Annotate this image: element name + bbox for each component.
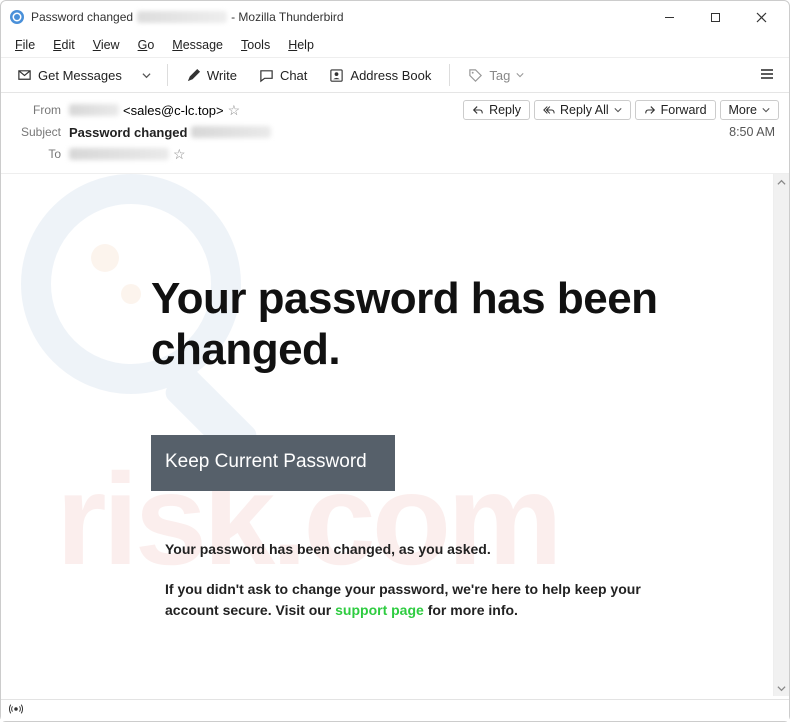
chat-button[interactable]: Chat bbox=[251, 64, 315, 87]
scroll-up-button[interactable] bbox=[774, 174, 789, 190]
more-label: More bbox=[729, 103, 757, 117]
menu-edit[interactable]: Edit bbox=[45, 36, 83, 54]
menu-help[interactable]: Help bbox=[280, 36, 322, 54]
window-title: Password changed - Mozilla Thunderbird bbox=[31, 10, 655, 24]
reply-icon bbox=[472, 104, 484, 116]
address-book-icon bbox=[329, 68, 344, 83]
address-book-button[interactable]: Address Book bbox=[321, 64, 439, 87]
window-title-prefix: Password changed bbox=[31, 10, 133, 24]
forward-button[interactable]: Forward bbox=[635, 100, 716, 120]
from-label: From bbox=[11, 103, 61, 117]
forward-icon bbox=[644, 104, 656, 116]
redacted-text bbox=[191, 126, 271, 138]
message-actions: Reply Reply All Forward More bbox=[463, 100, 779, 120]
to-value: ☆ bbox=[69, 146, 186, 163]
status-bar bbox=[1, 699, 789, 721]
from-value: <sales@c-lc.top> ☆ bbox=[69, 102, 240, 119]
message-body-container: risk.com Your password has been changed.… bbox=[1, 174, 789, 696]
from-email[interactable]: <sales@c-lc.top> bbox=[123, 103, 224, 118]
maximize-button[interactable] bbox=[701, 6, 729, 28]
get-messages-button[interactable]: Get Messages bbox=[9, 64, 130, 87]
reply-label: Reply bbox=[489, 103, 521, 117]
keep-password-button[interactable]: Keep Current Password bbox=[151, 435, 395, 491]
toolbar: Get Messages Write Chat Address Book Tag bbox=[1, 57, 789, 93]
app-icon bbox=[9, 9, 25, 25]
chat-label: Chat bbox=[280, 68, 307, 83]
menu-message[interactable]: Message bbox=[164, 36, 231, 54]
download-icon bbox=[17, 68, 32, 83]
subject-value: Password changed bbox=[69, 125, 271, 140]
tag-label: Tag bbox=[489, 68, 510, 83]
redacted-text bbox=[69, 104, 119, 116]
menu-go[interactable]: Go bbox=[130, 36, 163, 54]
message-body: risk.com Your password has been changed.… bbox=[1, 174, 773, 696]
toolbar-separator bbox=[449, 64, 450, 86]
close-button[interactable] bbox=[747, 6, 775, 28]
address-book-label: Address Book bbox=[350, 68, 431, 83]
email-paragraph-2: If you didn't ask to change your passwor… bbox=[151, 579, 671, 621]
window-controls bbox=[655, 6, 781, 28]
title-bar: Password changed - Mozilla Thunderbird bbox=[1, 1, 789, 33]
email-text: for more info. bbox=[424, 602, 518, 618]
hamburger-icon bbox=[759, 66, 775, 82]
scrollbar-track[interactable] bbox=[774, 190, 789, 680]
tag-icon bbox=[468, 68, 483, 83]
reply-all-button[interactable]: Reply All bbox=[534, 100, 631, 120]
subject-label: Subject bbox=[11, 125, 61, 139]
star-icon[interactable]: ☆ bbox=[173, 146, 186, 163]
menu-tools[interactable]: Tools bbox=[233, 36, 278, 54]
window-title-suffix: - Mozilla Thunderbird bbox=[231, 10, 344, 24]
email-content: Your password has been changed. Keep Cur… bbox=[1, 174, 773, 661]
to-row: To ☆ bbox=[11, 143, 779, 165]
redacted-text bbox=[69, 148, 169, 160]
menu-bar: File Edit View Go Message Tools Help bbox=[1, 33, 789, 57]
more-button[interactable]: More bbox=[720, 100, 779, 120]
pencil-icon bbox=[186, 68, 201, 83]
chat-icon bbox=[259, 68, 274, 83]
menu-file[interactable]: File bbox=[7, 36, 43, 54]
redacted-text bbox=[137, 11, 227, 23]
minimize-button[interactable] bbox=[655, 6, 683, 28]
chevron-down-icon bbox=[614, 106, 622, 114]
scroll-down-button[interactable] bbox=[774, 680, 789, 696]
write-button[interactable]: Write bbox=[178, 64, 245, 87]
subject-text: Password changed bbox=[69, 125, 187, 140]
scrollbar[interactable] bbox=[773, 174, 789, 696]
message-time: 8:50 AM bbox=[729, 125, 779, 139]
write-label: Write bbox=[207, 68, 237, 83]
chevron-down-icon bbox=[516, 71, 524, 79]
reply-button[interactable]: Reply bbox=[463, 100, 530, 120]
tag-button[interactable]: Tag bbox=[460, 64, 532, 87]
message-header: From <sales@c-lc.top> ☆ Reply Reply All … bbox=[1, 93, 789, 174]
from-row: From <sales@c-lc.top> ☆ Reply Reply All … bbox=[11, 99, 779, 121]
menu-view[interactable]: View bbox=[85, 36, 128, 54]
connection-icon[interactable] bbox=[9, 702, 23, 719]
forward-label: Forward bbox=[661, 103, 707, 117]
support-page-link[interactable]: support page bbox=[335, 602, 424, 618]
get-messages-label: Get Messages bbox=[38, 68, 122, 83]
star-icon[interactable]: ☆ bbox=[228, 102, 241, 119]
get-messages-dropdown[interactable] bbox=[136, 64, 157, 87]
reply-all-icon bbox=[543, 104, 555, 116]
to-label: To bbox=[11, 147, 61, 161]
chevron-down-icon bbox=[762, 106, 770, 114]
email-paragraph-1: Your password has been changed, as you a… bbox=[151, 541, 671, 557]
reply-all-label: Reply All bbox=[560, 103, 609, 117]
email-headline: Your password has been changed. bbox=[151, 274, 713, 375]
app-menu-button[interactable] bbox=[753, 62, 781, 89]
toolbar-separator bbox=[167, 64, 168, 86]
subject-row: Subject Password changed 8:50 AM bbox=[11, 121, 779, 143]
